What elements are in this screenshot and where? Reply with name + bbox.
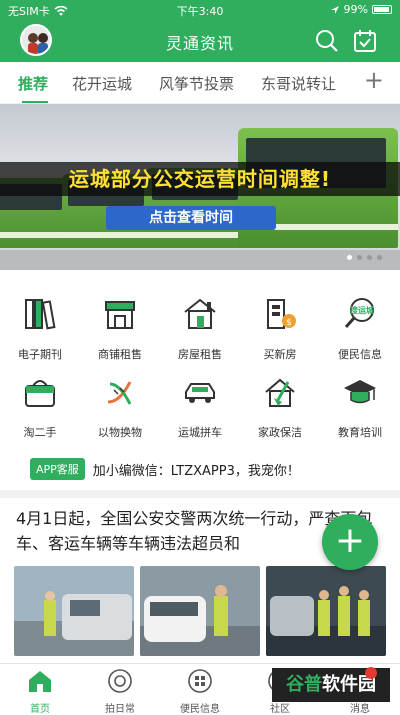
- shop-icon: [105, 301, 135, 329]
- grid-item-house-rental[interactable]: 房屋租售: [160, 294, 240, 362]
- grid-label: 房屋租售: [178, 348, 222, 361]
- new-house-icon: $: [267, 299, 296, 329]
- car-icon: [185, 383, 215, 403]
- grid-label: 教育培训: [338, 426, 382, 439]
- grid-item-magazine[interactable]: 电子期刊: [0, 294, 80, 362]
- nav-label: 社区: [270, 704, 290, 715]
- grid-label: 以物换物: [98, 426, 142, 439]
- search-yuncheng-tag: 搜运城: [350, 305, 374, 315]
- camera-icon: [108, 669, 132, 693]
- category-tabs: 推荐 花开运城 风筝节投票 东哥说转让 +: [0, 62, 400, 104]
- banner-view-time-button[interactable]: 点击查看时间: [106, 206, 276, 230]
- nav-home[interactable]: 首页: [0, 668, 80, 715]
- tab-kite-festival-vote[interactable]: 风筝节投票: [159, 73, 234, 94]
- home-icon: [29, 671, 51, 692]
- status-bar: 无SIM卡 下午3:40 99%: [0, 0, 400, 20]
- app-header: 灵通资讯: [0, 20, 400, 62]
- add-tab-icon[interactable]: +: [364, 68, 384, 92]
- grid-item-carpool[interactable]: 运城拼车: [160, 372, 240, 440]
- grid-label: 便民信息: [338, 348, 382, 361]
- service-grid: 电子期刊 商铺租售 房屋租售 $ 买新房 搜运城 便民信息 淘二手 以物换物 运…: [0, 284, 400, 444]
- nav-label: 便民信息: [180, 704, 220, 715]
- magazine-icon: [25, 299, 56, 330]
- road: [0, 250, 400, 270]
- carousel-dot[interactable]: [377, 255, 382, 260]
- grid-item-shop-rental[interactable]: 商铺租售: [80, 294, 160, 362]
- grid-item-new-house[interactable]: $ 买新房: [240, 294, 320, 362]
- search-yuncheng-icon: 搜运城: [344, 298, 374, 328]
- battery-icon: [372, 5, 392, 14]
- grid-item-convenience-info[interactable]: 搜运城 便民信息: [320, 294, 400, 362]
- app-service-badge: APP客服: [30, 458, 85, 480]
- carousel-dots: [347, 255, 382, 260]
- grid-item-education[interactable]: 教育培训: [320, 372, 400, 440]
- location-icon: [330, 5, 339, 14]
- article-thumbnail: [14, 566, 134, 656]
- article-thumbnail: [266, 566, 386, 656]
- tab-dongge-transfer[interactable]: 东哥说转让: [261, 73, 336, 94]
- cleaning-icon: [265, 378, 295, 407]
- house-icon: [184, 298, 216, 329]
- nav-convenience-info[interactable]: 便民信息: [160, 668, 240, 715]
- grid-label: 家政保洁: [258, 426, 302, 439]
- publish-fab-button[interactable]: +: [322, 514, 378, 570]
- exchange-icon: [107, 381, 132, 405]
- nav-label: 消息: [350, 704, 370, 715]
- tab-recommend[interactable]: 推荐: [18, 73, 48, 94]
- article-thumbnail: [140, 566, 260, 656]
- grid-label: 买新房: [263, 348, 297, 361]
- nav-daily-photos[interactable]: 拍日常: [80, 668, 160, 715]
- grid-label: 淘二手: [23, 426, 57, 439]
- grid-label: 电子期刊: [18, 348, 62, 361]
- svg-text:$: $: [286, 318, 292, 328]
- carousel-dot[interactable]: [357, 255, 362, 260]
- article-thumbnails[interactable]: [14, 566, 386, 656]
- banner-headline: 运城部分公交运营时间调整!: [0, 162, 400, 196]
- grid-label: 商铺租售: [98, 348, 142, 361]
- carousel-dot[interactable]: [367, 255, 372, 260]
- grid-item-secondhand[interactable]: 淘二手: [0, 372, 80, 440]
- nav-label: 首页: [30, 704, 50, 715]
- article-title[interactable]: 4月1日起，全国公安交警两次统一行动，严查面包车、客运车辆等车辆违法超员和: [16, 506, 376, 558]
- notice-text: 加小编微信：LTZXAPP3，我宠你！: [92, 463, 300, 479]
- battery-percent: 99%: [343, 3, 368, 16]
- nav-label: 拍日常: [105, 704, 135, 715]
- tab-active-underline: [22, 101, 48, 103]
- message-unread-badge: [365, 667, 377, 679]
- calendar-check-icon[interactable]: [352, 28, 378, 54]
- grid-item-housekeeping[interactable]: 家政保洁: [240, 372, 320, 440]
- carousel-dot[interactable]: [347, 255, 352, 260]
- service-notice[interactable]: APP客服 加小编微信：LTZXAPP3，我宠你！: [30, 458, 300, 480]
- secondhand-basket-icon: [25, 380, 55, 407]
- app-title: 灵通资讯: [165, 34, 234, 53]
- tab-huakai-yuncheng[interactable]: 花开运城: [72, 73, 132, 94]
- search-icon[interactable]: [314, 28, 340, 54]
- graduation-cap-icon: [344, 380, 376, 404]
- grid-item-exchange[interactable]: 以物换物: [80, 372, 160, 440]
- section-divider: [0, 490, 400, 498]
- grid-label: 运城拼车: [178, 426, 222, 439]
- grid-icon: [188, 669, 212, 693]
- watermark-part1: 谷普: [286, 674, 322, 695]
